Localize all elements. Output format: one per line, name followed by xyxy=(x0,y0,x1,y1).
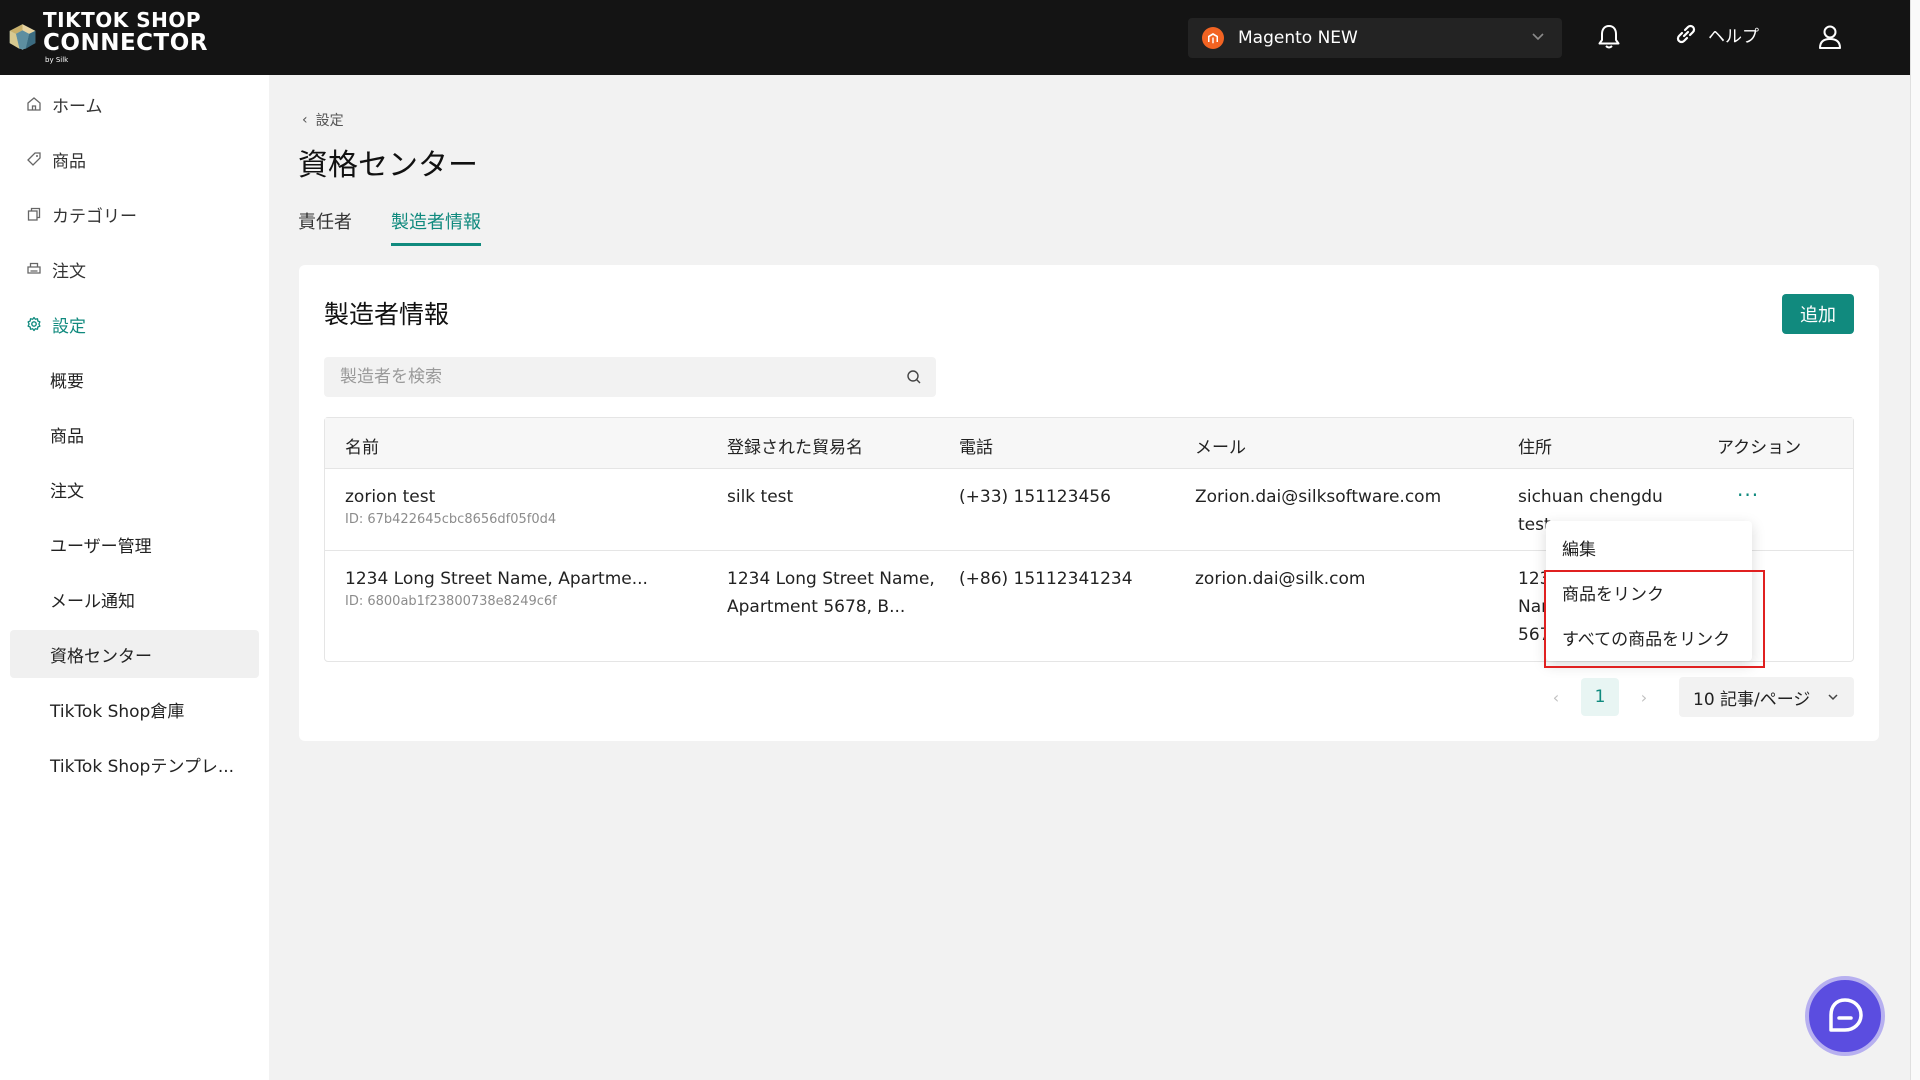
column-header-email: メール xyxy=(1195,438,1246,458)
sidebar-item-orders[interactable]: 注文 xyxy=(10,245,259,293)
sidebar-subitem-products[interactable]: 商品 xyxy=(10,410,259,458)
sidebar-subitem-tiktok-warehouse[interactable]: TikTok Shop倉庫 xyxy=(10,685,259,733)
sidebar-subitem-label: TikTok Shopテンプレ... xyxy=(50,756,235,777)
manufacturer-id: ID: 6800ab1f23800738e8249c6f xyxy=(345,594,557,609)
manufacturer-card: 製造者情報 追加 名前 登録された貿易名 電話 メール 住所 アクション zor… xyxy=(299,265,1879,741)
sidebar-item-home[interactable]: ホーム xyxy=(10,80,259,128)
trade-name: silk test xyxy=(727,487,794,507)
help-label: ヘルプ xyxy=(1708,26,1759,47)
card-title: 製造者情報 xyxy=(324,300,450,329)
sidebar-subitem-label: TikTok Shop倉庫 xyxy=(50,701,185,722)
sidebar-item-settings[interactable]: 設定 xyxy=(10,300,259,348)
sidebar-subitem-email-notifications[interactable]: メール通知 xyxy=(10,575,259,623)
hexagon-logo-icon xyxy=(9,24,36,50)
sidebar: ホーム 商品 カテゴリー 注文 設定 概要 商品 注文 ユーザー管理 メール通知… xyxy=(0,75,269,1080)
breadcrumb-back-link[interactable]: ‹ 設定 xyxy=(302,110,344,130)
next-page-button[interactable]: › xyxy=(1629,688,1659,707)
bell-icon[interactable] xyxy=(1594,22,1624,52)
sidebar-item-label: 注文 xyxy=(52,261,86,282)
sidebar-subitem-label: メール通知 xyxy=(50,591,135,612)
column-header-trade-name: 登録された貿易名 xyxy=(727,438,863,458)
email: zorion.dai@silk.com xyxy=(1195,569,1366,589)
sidebar-subitem-orders[interactable]: 注文 xyxy=(10,465,259,513)
chat-icon xyxy=(1829,998,1863,1032)
search-box xyxy=(324,357,936,397)
sidebar-item-categories[interactable]: カテゴリー xyxy=(10,190,259,238)
home-icon xyxy=(26,96,42,112)
column-header-address: 住所 xyxy=(1518,438,1552,458)
printer-icon xyxy=(26,261,42,277)
sidebar-subitem-overview[interactable]: 概要 xyxy=(10,355,259,403)
sidebar-item-label: ホーム xyxy=(52,96,103,117)
chevron-down-icon xyxy=(1828,694,1838,701)
more-actions-icon[interactable]: ··· xyxy=(1737,483,1759,507)
column-header-phone: 電話 xyxy=(959,438,993,458)
tag-icon xyxy=(26,151,42,167)
sidebar-item-label: 設定 xyxy=(52,316,86,337)
table-header: 名前 登録された貿易名 電話 メール 住所 アクション xyxy=(325,418,1853,469)
logo-line-1: TIKTOK SHOP xyxy=(43,8,202,32)
manufacturer-name: 1234 Long Street Name, Apartme... xyxy=(345,569,648,589)
help-link[interactable]: ヘルプ xyxy=(1672,20,1759,48)
sidebar-subitem-label: 商品 xyxy=(50,426,84,447)
column-header-action: アクション xyxy=(1717,438,1802,458)
sidebar-subitem-label: 注文 xyxy=(50,481,84,502)
magento-icon xyxy=(1202,27,1224,49)
sidebar-subitem-tiktok-templates[interactable]: TikTok Shopテンプレ... xyxy=(10,740,259,788)
trade-name-line-2: Apartment 5678, B... xyxy=(727,597,906,617)
column-header-name: 名前 xyxy=(345,438,379,458)
add-button[interactable]: 追加 xyxy=(1782,294,1854,334)
store-selector[interactable]: Magento NEW xyxy=(1188,18,1562,58)
sidebar-item-label: 商品 xyxy=(52,151,86,172)
sidebar-subitem-label: 資格センター xyxy=(50,646,152,667)
link-icon xyxy=(1676,24,1696,44)
top-bar: TIKTOK SHOP CONNECTOR by Silk Magento NE… xyxy=(0,0,1910,75)
phone: (+86) 15112341234 xyxy=(959,569,1133,589)
logo-line-3: by Silk xyxy=(45,56,69,64)
chat-button[interactable] xyxy=(1805,976,1885,1056)
address-line-1: sichuan chengdu xyxy=(1518,487,1663,507)
tab-responsible-person[interactable]: 責任者 xyxy=(298,208,352,248)
tab-manufacturer-info[interactable]: 製造者情報 xyxy=(391,208,481,248)
sidebar-subitem-label: ユーザー管理 xyxy=(50,536,152,557)
breadcrumb-label: 設定 xyxy=(315,113,344,129)
search-icon[interactable] xyxy=(906,369,922,385)
logo-line-2: CONNECTOR xyxy=(43,30,208,56)
sidebar-subitem-label: 概要 xyxy=(50,371,84,392)
sidebar-subitem-user-management[interactable]: ユーザー管理 xyxy=(10,520,259,568)
pagination: ‹ 1 › 10 記事/ページ xyxy=(1541,677,1854,717)
user-icon[interactable] xyxy=(1815,22,1845,52)
menu-item-link-all-products[interactable]: すべての商品をリンク xyxy=(1562,625,1730,650)
chevron-down-icon xyxy=(1532,33,1544,41)
manufacturer-id: ID: 67b422645cbc8656df05f0d4 xyxy=(345,512,557,527)
chevron-left-icon: ‹ xyxy=(302,112,308,128)
page-size-select[interactable]: 10 記事/ページ xyxy=(1679,677,1854,717)
page-number-current[interactable]: 1 xyxy=(1581,678,1619,716)
page-size-label: 10 記事/ページ xyxy=(1693,689,1811,710)
sidebar-subitem-qualification-center[interactable]: 資格センター xyxy=(10,630,259,678)
page-title: 資格センター xyxy=(298,148,478,183)
store-name: Magento NEW xyxy=(1238,28,1358,48)
trade-name: 1234 Long Street Name, xyxy=(727,569,935,589)
tiktok-connector-logo[interactable]: TIKTOK SHOP CONNECTOR by Silk xyxy=(8,6,208,68)
prev-page-button[interactable]: ‹ xyxy=(1541,688,1571,707)
manufacturer-name: zorion test xyxy=(345,487,436,507)
menu-item-edit[interactable]: 編集 xyxy=(1562,535,1596,560)
scrollbar[interactable] xyxy=(1910,0,1920,1080)
gear-icon xyxy=(26,316,42,332)
sidebar-item-label: カテゴリー xyxy=(52,206,137,227)
action-dropdown-menu: 編集 商品をリンク すべての商品をリンク xyxy=(1546,521,1752,661)
copy-icon xyxy=(26,206,42,222)
phone: (+33) 151123456 xyxy=(959,487,1111,507)
sidebar-item-products[interactable]: 商品 xyxy=(10,135,259,183)
search-input[interactable] xyxy=(324,357,884,397)
menu-item-link-products[interactable]: 商品をリンク xyxy=(1562,580,1664,605)
email: Zorion.dai@silksoftware.com xyxy=(1195,487,1442,507)
